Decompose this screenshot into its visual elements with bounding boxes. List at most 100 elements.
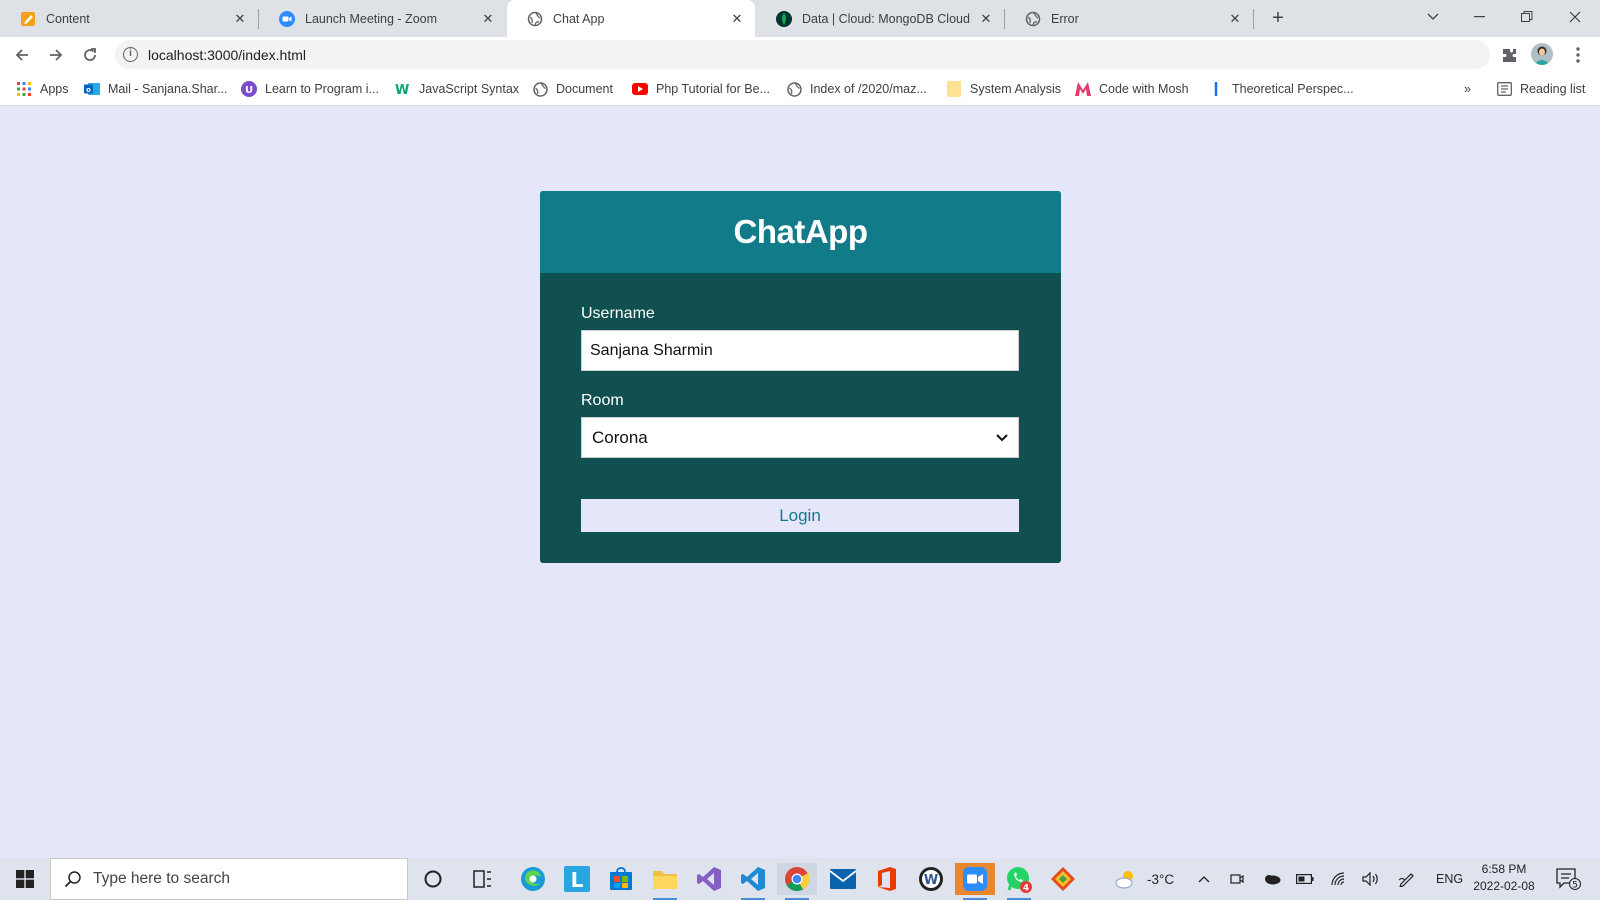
arrow-right-icon [50,49,63,61]
svg-text:5: 5 [1572,881,1578,891]
tab-close-icon[interactable]: ✕ [729,11,745,27]
globe-icon [1025,11,1041,27]
room-selected-value: Corona [592,427,648,447]
tab-strip: Content ✕ Launch Meeting - Zoom ✕ Chat A… [0,0,1600,37]
tab-separator [1253,9,1254,29]
tab-close-icon[interactable]: ✕ [978,11,994,27]
bookmark-php-tutorial[interactable]: Php Tutorial for Be... [632,80,770,98]
task-view-icon[interactable] [463,863,503,895]
word-app-icon[interactable]: W [911,863,951,895]
chevron-down-icon [1427,13,1439,20]
volume-icon[interactable] [1362,858,1380,900]
language-indicator[interactable]: ENG [1436,858,1463,900]
mosh-icon [1075,81,1091,97]
windows-taskbar: Type here to search L W 4 -3°C ENG 6:58 … [0,858,1600,900]
bookmark-mail[interactable]: o Mail - Sanjana.Shar... [84,80,228,98]
globe-icon [532,81,548,97]
room-label: Room [581,392,624,409]
extensions-icon[interactable] [1495,41,1523,69]
browser-toolbar: i localhost:3000/index.html [0,37,1600,99]
forward-button[interactable] [42,41,70,69]
weather-widget[interactable]: -3°C [1115,858,1174,900]
bookmark-system-analysis[interactable]: System Analysis [946,80,1061,98]
search-icon [63,869,83,889]
whatsapp-icon[interactable]: 4 [999,863,1039,900]
globe-icon [527,11,543,27]
restore-button[interactable] [1504,0,1550,34]
chevron-down-icon [996,433,1008,441]
clock-date: 2022-02-08 [1473,879,1535,893]
tab-zoom[interactable]: Launch Meeting - Zoom ✕ [259,0,506,37]
wifi-icon[interactable] [1330,858,1346,900]
bookmark-code-with-mosh[interactable]: Code with Mosh [1075,80,1189,98]
vscode-icon[interactable] [733,863,773,900]
weather-cloud-icon [1115,871,1133,889]
tab-close-icon[interactable]: ✕ [1227,11,1243,27]
tab-error[interactable]: Error ✕ [1005,0,1253,37]
tab-mongodb[interactable]: Data | Cloud: MongoDB Cloud ✕ [756,0,1004,37]
show-hidden-icons-button[interactable] [1198,858,1210,900]
onedrive-icon[interactable] [1263,858,1281,900]
svg-text:W: W [395,83,409,96]
menu-kebab-icon[interactable] [1564,41,1592,69]
reading-list-icon [1496,81,1512,97]
edge-icon[interactable] [513,863,553,895]
bookmarks-bar: Apps o Mail - Sanjana.Shar... U Learn to… [0,72,1600,106]
minimize-button[interactable] [1457,0,1503,34]
bookmark-index-of[interactable]: Index of /2020/maz... [786,80,927,98]
taskbar-clock[interactable]: 6:58 PM 2022-02-08 [1468,861,1540,895]
zoom-app-icon[interactable] [955,863,995,900]
tab-search-button[interactable] [1410,0,1456,34]
apps-grid-icon [16,81,32,97]
git-gui-icon[interactable] [1043,863,1083,895]
reading-list-button[interactable]: Reading list [1496,80,1585,98]
cortana-icon[interactable] [413,863,453,895]
pen-workspace-icon[interactable] [1398,858,1416,900]
profile-avatar[interactable] [1531,43,1553,65]
content-icon [20,11,36,27]
mongodb-icon [776,10,792,27]
username-input[interactable] [581,330,1019,371]
info-icon[interactable]: i [123,47,138,62]
chrome-icon[interactable] [777,863,817,900]
tab-chat-app[interactable]: Chat App ✕ [507,0,755,37]
reload-button[interactable] [76,41,104,69]
meet-now-icon[interactable] [1230,858,1244,900]
room-select[interactable]: Corona [581,417,1019,458]
svg-text:U: U [245,85,253,96]
file-explorer-icon[interactable] [645,863,685,900]
bookmarks-overflow-button[interactable]: » [1464,80,1471,98]
login-button[interactable]: Login [581,499,1019,532]
start-button[interactable] [0,858,50,900]
app-title: ChatApp [733,213,868,250]
globe-icon [786,81,802,97]
office-icon[interactable] [867,863,907,895]
bookmark-apps[interactable]: Apps [16,80,69,98]
w3schools-icon: W [395,81,411,97]
tab-close-icon[interactable]: ✕ [232,11,248,27]
mail-icon[interactable] [823,863,863,895]
bookmark-document[interactable]: Document [532,80,613,98]
notification-icon: 5 [1556,868,1581,891]
close-window-button[interactable] [1552,0,1598,34]
bookmark-learn-to-program[interactable]: U Learn to Program i... [241,80,379,98]
folder-icon [946,81,962,97]
reload-icon [84,48,96,61]
taskbar-search[interactable]: Type here to search [50,858,408,900]
back-button[interactable] [8,41,36,69]
tab-content[interactable]: Content ✕ [0,0,258,37]
notifications-button[interactable]: 5 [1556,858,1582,900]
svg-text:o: o [86,86,91,94]
tab-close-icon[interactable]: ✕ [480,11,496,27]
bookmark-javascript-syntax[interactable]: W JavaScript Syntax [395,80,519,98]
bookmark-icon [1208,81,1224,97]
lucid-icon[interactable]: L [557,863,597,895]
address-bar[interactable]: i localhost:3000/index.html [115,40,1490,69]
new-tab-button[interactable]: + [1266,7,1290,31]
clock-time: 6:58 PM [1481,862,1527,876]
url-text[interactable]: localhost:3000/index.html [148,47,306,63]
visual-studio-icon[interactable] [689,863,729,895]
battery-icon[interactable] [1296,858,1314,900]
microsoft-store-icon[interactable] [601,863,641,895]
bookmark-theoretical-perspec[interactable]: Theoretical Perspec... [1208,80,1354,98]
